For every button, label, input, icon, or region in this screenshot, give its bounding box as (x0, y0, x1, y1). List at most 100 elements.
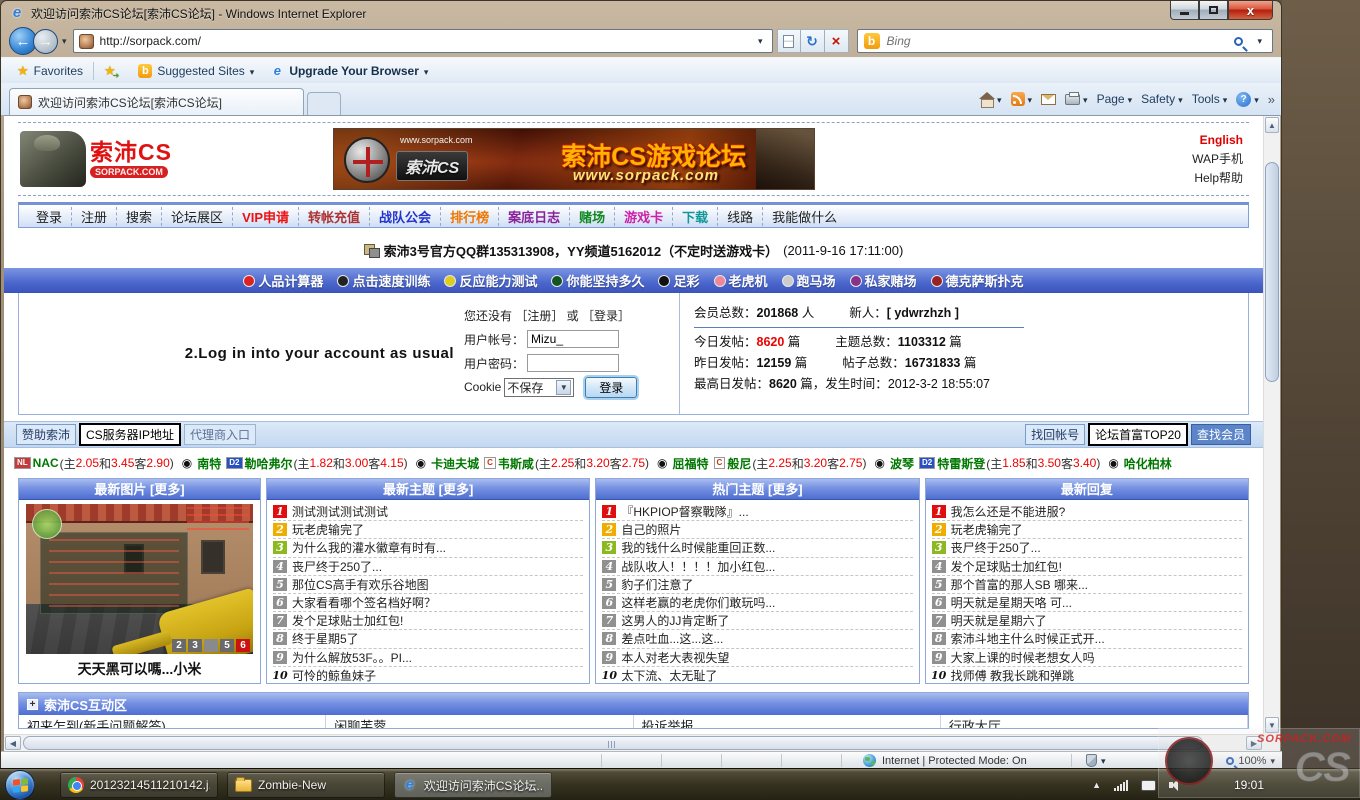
recent-pages-dropdown[interactable]: ▾ (62, 36, 67, 47)
link-help[interactable]: Help帮助 (1192, 169, 1243, 188)
nav-link[interactable]: VIP申请 (232, 207, 298, 226)
stop-button[interactable]: × (825, 29, 849, 53)
image-page-number[interactable]: 5 (220, 639, 234, 652)
horizontal-scroll-thumb[interactable] (23, 736, 1203, 750)
minimize-button[interactable] (1170, 1, 1199, 20)
topic-link[interactable]: 4 发个足球贴士加红包! (932, 558, 1242, 576)
nav-link[interactable]: 赌场 (569, 207, 614, 226)
topic-link[interactable]: 1 我怎么还是不能进服? (932, 503, 1242, 521)
collapse-icon[interactable]: + (27, 699, 38, 710)
volume-icon[interactable] (1169, 779, 1182, 791)
topic-link[interactable]: 3 为什么我的灌水徽章有时有... (273, 539, 583, 557)
topic-link[interactable]: 3 我的钱什么时候能重回正数... (602, 539, 912, 557)
topic-link[interactable]: 1 测试测试测试测试 (273, 503, 583, 521)
link-english[interactable]: English (1192, 131, 1243, 150)
latest-topics-header[interactable]: 最新主题 [更多] (267, 479, 589, 500)
favorites-button[interactable]: ★ Favorites (9, 60, 91, 82)
more-commands-chevron[interactable]: » (1268, 92, 1275, 107)
nav-link[interactable]: 注册 (71, 207, 116, 226)
print-button[interactable] (1065, 92, 1088, 106)
login-button[interactable]: 登录 (585, 377, 637, 398)
new-tab-button[interactable] (307, 92, 341, 115)
odds-segment[interactable]: ◉ 卡迪夫城 (412, 455, 481, 472)
quick-link[interactable]: 人品计算器 (243, 271, 323, 290)
topic-link[interactable]: 7 发个足球贴士加红包! (273, 612, 583, 630)
forward-button[interactable]: → (33, 29, 58, 54)
latest-images-header[interactable]: 最新图片 [更多] (19, 479, 260, 500)
odds-segment[interactable]: ◉ 波琴 (870, 455, 915, 472)
image-page-number[interactable] (204, 639, 218, 652)
start-button[interactable] (5, 770, 35, 800)
odds-segment[interactable]: D2 特雷斯登 (主1.85 和3.50 客3.40) (919, 455, 1100, 472)
network-icon[interactable] (1114, 780, 1128, 791)
search-dropdown[interactable]: ▾ (1257, 36, 1262, 47)
vertical-scroll-thumb[interactable] (1265, 162, 1279, 382)
protection-button[interactable] (1086, 752, 1106, 769)
nav-link[interactable]: 战队公会 (369, 207, 440, 226)
toolbar-button[interactable]: CS服务器IP地址 (79, 423, 181, 446)
topic-link[interactable]: 6 这样老赢的老虎你们敢玩吗... (602, 594, 912, 612)
topic-link[interactable]: 10 太下流、太无耻了 (602, 667, 912, 685)
nav-link[interactable]: 游戏卡 (614, 207, 672, 226)
interaction-section-header[interactable]: + 索沛CS互动区 (19, 693, 1248, 715)
address-input[interactable]: http://sorpack.com/ ▾ (73, 29, 773, 53)
forum-link[interactable]: 投诉举报 (634, 715, 941, 728)
topic-link[interactable]: 3 丧尸终于250了... (932, 539, 1242, 557)
image-page-number[interactable]: 6 (236, 639, 250, 652)
topic-link[interactable]: 8 差点吐血...这...这... (602, 630, 912, 648)
topic-link[interactable]: 1 『HKPIOP督察戰隊』... (602, 503, 912, 521)
topic-link[interactable]: 5 豹子们注意了 (602, 576, 912, 594)
topic-link[interactable]: 9 大家上课的时候老想女人吗 (932, 649, 1242, 667)
scroll-left-button[interactable]: ◀ (5, 736, 21, 750)
topic-link[interactable]: 9 为什么解放53F。。PI... (273, 649, 583, 667)
nav-link[interactable]: 搜索 (116, 207, 161, 226)
forum-link[interactable]: 初来乍到(新手问题解答) (19, 715, 326, 728)
hot-topics-header[interactable]: 热门主题 [更多] (596, 479, 918, 500)
nav-link[interactable]: 线路 (717, 207, 762, 226)
cookie-select[interactable]: 不保存 ▼ (504, 378, 574, 397)
nav-link[interactable]: 论坛展区 (161, 207, 232, 226)
topic-link[interactable]: 7 明天就是星期六了 (932, 612, 1242, 630)
close-button[interactable]: x (1228, 1, 1273, 20)
topic-link[interactable]: 10 可怜的鲸鱼妹子 (273, 667, 583, 685)
topic-link[interactable]: 5 那个首富的那人SB 哪来... (932, 576, 1242, 594)
odds-segment[interactable]: ◉ 哈化柏林 (1104, 455, 1173, 472)
quick-link[interactable]: 跑马场 (782, 271, 836, 290)
link-wap[interactable]: WAP手机 (1192, 150, 1243, 169)
compatibility-view-button[interactable] (777, 29, 801, 53)
zoom-control[interactable]: 100% (1226, 752, 1275, 769)
quick-link[interactable]: 点击速度训练 (337, 271, 430, 290)
nav-link[interactable]: 案底日志 (498, 207, 569, 226)
odds-segment[interactable]: C 般尼 (主2.25 和3.20 客2.75) (714, 455, 867, 472)
image-page-number[interactable]: 3 (188, 639, 202, 652)
scroll-up-button[interactable]: ▲ (1265, 117, 1279, 133)
topic-link[interactable]: 4 丧尸终于250了... (273, 558, 583, 576)
vertical-scrollbar[interactable]: ▲ ▼ (1263, 116, 1280, 734)
account-input[interactable] (527, 330, 619, 348)
image-caption[interactable]: 天天黑可以嗎...小米 (19, 654, 260, 679)
topic-link[interactable]: 8 终于星期5了 (273, 630, 583, 648)
topic-link[interactable]: 2 玩老虎输完了 (932, 521, 1242, 539)
password-input[interactable] (527, 354, 619, 372)
topic-link[interactable]: 5 那位CS高手有欢乐谷地图 (273, 576, 583, 594)
quick-link[interactable]: 老虎机 (714, 271, 768, 290)
nav-link[interactable]: 下载 (672, 207, 717, 226)
odds-segment[interactable]: C 韦斯咸 (主2.25 和3.20 客2.75) (484, 455, 649, 472)
topic-link[interactable]: 10 找师傅 教我长跳和弹跳 (932, 667, 1242, 685)
taskbar-item-image[interactable]: 20123214511210142.j... (60, 772, 218, 798)
topic-link[interactable]: 8 索沛斗地主什么时候正式开... (932, 630, 1242, 648)
read-mail-button[interactable] (1041, 94, 1056, 105)
toolbar-button[interactable]: 查找会员 (1191, 424, 1251, 445)
topic-link[interactable]: 6 明天就是星期天咯 可... (932, 594, 1242, 612)
toolbar-button[interactable]: 找回帐号 (1025, 424, 1085, 445)
horizontal-scrollbar[interactable]: ◀ ▶ (4, 734, 1263, 751)
quick-link[interactable]: 私家赌场 (850, 271, 917, 290)
page-menu[interactable]: Page (1097, 92, 1133, 106)
taskbar-item-folder[interactable]: Zombie-New (227, 772, 385, 798)
search-icon[interactable] (1234, 37, 1243, 46)
show-hidden-icons-button[interactable]: ▲ (1092, 780, 1101, 790)
maximize-button[interactable] (1199, 1, 1228, 20)
suggested-sites-button[interactable]: b Suggested Sites (130, 60, 262, 82)
odds-segment[interactable]: NL NAC (主2.05 和3.45 客2.90) (14, 455, 174, 472)
topic-link[interactable]: 7 这男人的JJ肯定断了 (602, 612, 912, 630)
